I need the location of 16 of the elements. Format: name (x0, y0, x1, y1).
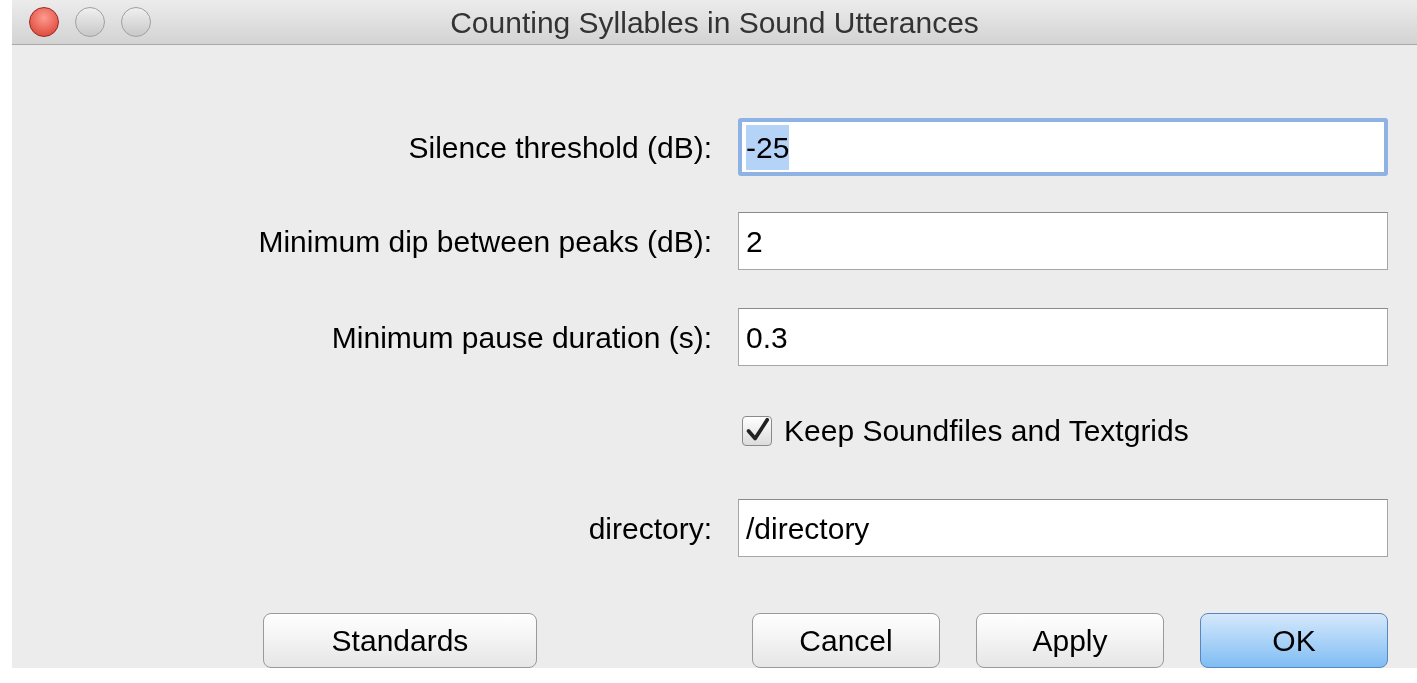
field-label: Minimum pause duration (s): (330, 319, 712, 356)
input-field[interactable]: /directory (738, 499, 1388, 557)
checkbox[interactable] (742, 415, 772, 446)
checkbox-label: Keep Soundfiles and Textgrids (784, 413, 1189, 449)
field-label: Minimum dip between peaks (dB): (257, 223, 712, 260)
input-field[interactable]: -25 (738, 118, 1388, 176)
input-field[interactable]: 2 (738, 212, 1388, 270)
dialog-button[interactable]: Cancel (752, 613, 940, 668)
field-label: directory: (587, 510, 712, 547)
window-title: Counting Syllables in Sound Utterances (450, 4, 979, 41)
field-label: Silence threshold (dB): (407, 129, 712, 166)
close-button[interactable] (29, 7, 59, 37)
input-field[interactable]: 0.3 (738, 308, 1388, 366)
dialog-button[interactable]: Apply (976, 613, 1164, 668)
dialog-button[interactable]: Standards (263, 613, 537, 668)
dialog-button[interactable]: OK (1200, 613, 1388, 668)
